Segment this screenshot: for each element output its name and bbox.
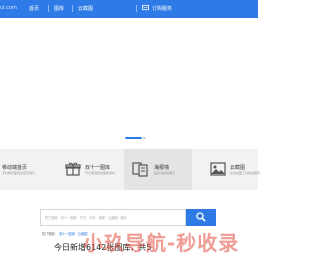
feature-desc: 在线截图工具快速保存 [230,171,261,175]
hot-search-label: 热门搜索： [42,232,58,236]
search-placeholder: 热门搜索 · 双十一图库 · 节日 · 手机 · 海报 · 云截图 · 图片 [45,216,127,220]
cart-icon [142,5,149,11]
search-icon [196,212,206,222]
nav-cloud-screenshot[interactable]: 云截图 [78,5,93,12]
carousel-dot[interactable] [143,137,146,139]
nav-gallery[interactable]: 图库 [54,5,64,12]
feature-double11-gallery[interactable]: 双十一图库 节日促销活动图库素材 [62,149,124,190]
feature-desc: 手机端页面优化首页展示 [2,171,36,175]
feature-title: 海报墙 [154,165,170,171]
feature-mobile-home[interactable]: 移动端首页 手机端页面优化首页展示 [0,149,62,190]
nav-divider [136,5,137,12]
feature-desc: 节日促销活动图库素材 [85,171,116,175]
nav-home[interactable]: 首页 [29,5,39,12]
image-icon [210,162,226,176]
hero-carousel[interactable] [0,18,258,146]
feature-desc: 品牌海报墙展示 [154,171,176,175]
carousel-dot-active[interactable] [125,137,142,139]
feature-title: 移动端首页 [2,165,28,171]
feature-title: 双十一图库 [85,165,111,171]
site-logo[interactable]: ul.com [0,5,17,11]
nav-divider [72,5,73,12]
feature-poster-wall[interactable]: 海报墙 品牌海报墙展示 [124,149,192,190]
feature-row: 移动端首页 手机端页面优化首页展示 双十一图库 节日促销活动图库素材 海报墙 品… [0,149,261,190]
poster-icon [132,162,148,177]
gift-icon [65,162,81,176]
search-input[interactable]: 热门搜索 · 双十一图库 · 节日 · 手机 · 海报 · 云截图 · 图片 [40,209,186,226]
watermark-text: 小玖导航-秒收录 [83,231,240,255]
top-nav-bar: ul.com 首页 图库 云截图 订购服务 [0,0,258,18]
search-button[interactable] [186,209,216,226]
nav-subscribe[interactable]: 订购服务 [152,5,172,12]
hot-search-row: 热门搜索： 双十一图库 · 云截图 [42,231,88,236]
feature-cloud-screenshot[interactable]: 云截图 在线截图工具快速保存 [192,149,261,190]
nav-divider [48,5,49,12]
feature-title: 云截图 [230,165,246,171]
